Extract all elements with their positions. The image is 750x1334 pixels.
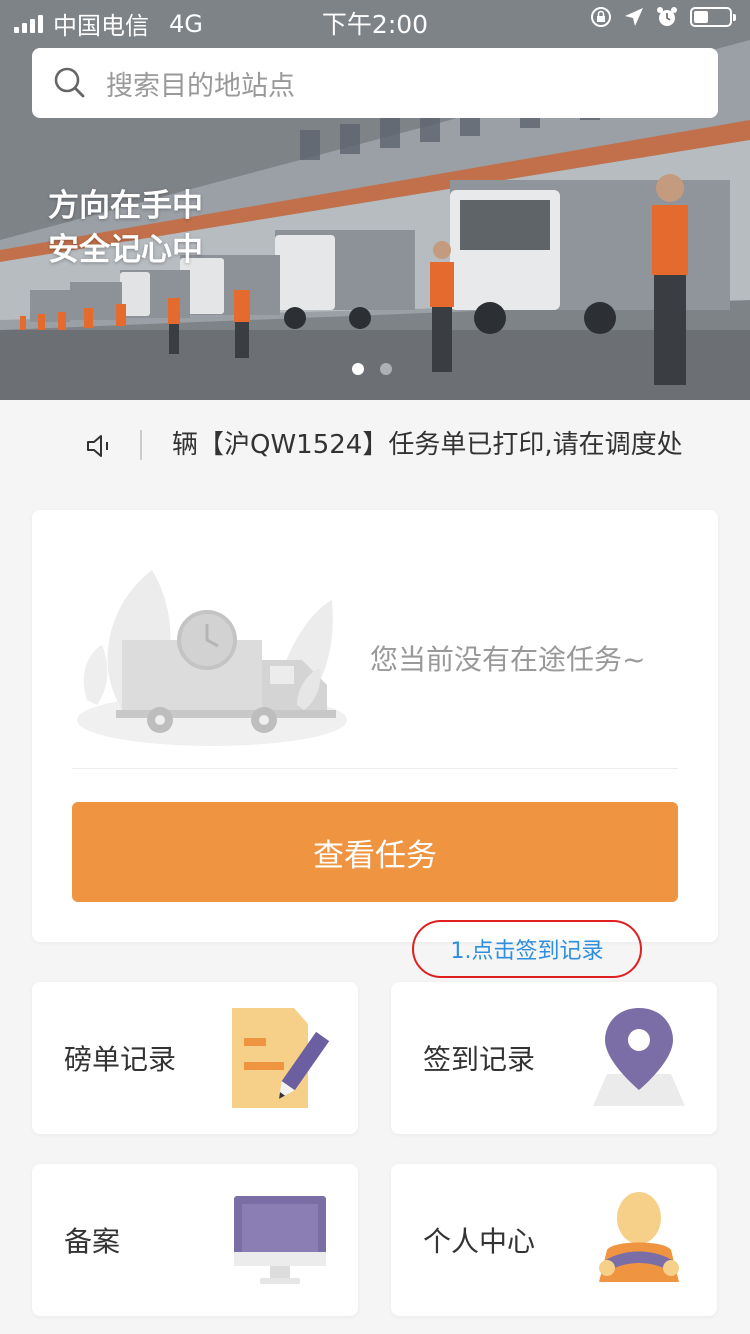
monitor-icon — [234, 1196, 326, 1284]
banner-carousel[interactable]: 中国电信 4G 下午2:00 搜索目的地站点 方向在手中 安全记心中 — [0, 0, 750, 400]
task-card: 您当前没有在途任务~ 查看任务 — [32, 510, 718, 942]
notice-text: 辆【沪QW1524】任务单已打印,请在调度处 — [172, 430, 683, 460]
location-pin-icon — [593, 1008, 685, 1106]
card-divider — [72, 768, 678, 769]
tile-label-checkin-records: 签到记录 — [423, 1043, 536, 1076]
status-icons — [590, 6, 736, 28]
slogan-line-2: 安全记心中 — [48, 232, 203, 268]
carousel-dot-1[interactable] — [352, 363, 364, 375]
tile-label-personal-center: 个人中心 — [423, 1225, 536, 1258]
tutorial-annotation: 1.点击签到记录 — [412, 920, 642, 978]
speaker-icon — [87, 435, 108, 457]
orientation-lock-icon — [591, 7, 611, 27]
banner-slogan: 方向在手中 安全记心中 — [48, 184, 203, 272]
tile-label-filing: 备案 — [64, 1225, 121, 1258]
alarm-icon — [657, 7, 677, 26]
search-icon — [54, 67, 85, 98]
notice-bar[interactable]: 辆【沪QW1524】任务单已打印,请在调度处 — [0, 400, 750, 492]
document-pen-icon — [232, 1008, 330, 1108]
empty-truck-illustration — [77, 570, 347, 746]
search-bar[interactable]: 搜索目的地站点 — [32, 48, 718, 118]
slogan-line-1: 方向在手中 — [48, 188, 203, 224]
notice-divider — [140, 430, 142, 460]
tile-label-weigh-records: 磅单记录 — [64, 1043, 177, 1076]
carousel-indicator — [352, 363, 392, 375]
search-placeholder: 搜索目的地站点 — [106, 70, 295, 102]
carousel-dot-2[interactable] — [380, 363, 392, 375]
battery-icon — [690, 7, 736, 27]
tile-weigh-records[interactable]: 磅单记录 — [32, 982, 358, 1134]
view-tasks-button[interactable]: 查看任务 — [72, 802, 678, 902]
tile-checkin-records[interactable]: 签到记录 — [391, 982, 717, 1134]
tile-personal-center[interactable]: 个人中心 — [391, 1164, 717, 1316]
empty-task-text: 您当前没有在途任务~ — [370, 643, 646, 676]
tile-filing[interactable]: 备案 — [32, 1164, 358, 1316]
status-bar: 中国电信 4G 下午2:00 — [0, 0, 750, 40]
location-arrow-icon — [625, 8, 643, 26]
driver-avatar-icon — [599, 1192, 679, 1282]
